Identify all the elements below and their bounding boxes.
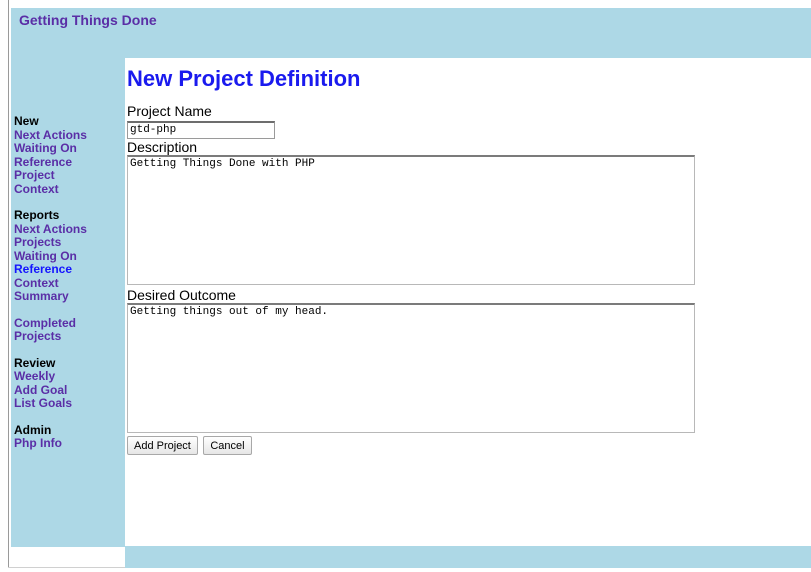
form-buttons: Add Project Cancel <box>127 436 807 455</box>
description-label: Description <box>127 138 198 155</box>
sidebar-item-reference[interactable]: Reference <box>14 155 122 170</box>
description-textarea[interactable]: Getting Things Done with PHP <box>127 154 695 285</box>
page-title: New Project Definition <box>127 66 361 91</box>
sidebar-item-add-goal[interactable]: Add Goal <box>14 383 122 398</box>
sidebar-item-context[interactable]: Context <box>14 182 122 197</box>
nav-group: New Next Actions Waiting On Reference Projec… <box>14 114 122 197</box>
nav-group: Reports Next Actions Projects Waiting On Ref… <box>14 208 122 304</box>
sidebar-item-php-info[interactable]: Php Info <box>14 436 122 451</box>
nav-heading-review: Review <box>14 355 56 370</box>
sidebar-item-waiting-on[interactable]: Waiting On <box>14 249 122 264</box>
sidebar-item-weekly[interactable]: Weekly <box>14 369 122 384</box>
project-name-label: Project Name <box>127 103 212 119</box>
desired-outcome-textarea[interactable]: Getting things out of my head. <box>127 302 695 433</box>
desired-outcome-label: Desired Outcome <box>127 286 236 303</box>
nav-group: Admin Php Info <box>14 422 122 451</box>
main-content: New Project Definition Project Name Desc… <box>127 66 807 455</box>
header: Getting Things Done <box>11 8 811 58</box>
project-name-input[interactable] <box>127 120 275 139</box>
sidebar-item-list-goals[interactable]: List Goals <box>14 396 122 411</box>
sidebar-item-summary[interactable]: Summary <box>14 289 122 304</box>
sidebar-item-project[interactable]: Project <box>14 168 122 183</box>
sidebar-item-next-actions[interactable]: Next Actions <box>14 128 122 143</box>
new-project-form: Project Name Description Getting Things … <box>127 103 807 455</box>
add-project-button[interactable]: Add Project <box>127 436 198 455</box>
nav-heading-admin: Admin <box>14 422 52 437</box>
app-title: Getting Things Done <box>19 12 157 28</box>
nav-heading-reports: Reports <box>14 208 60 222</box>
sidebar-item-projects[interactable]: Projects <box>14 329 122 344</box>
left-border <box>8 0 9 568</box>
footer-band <box>125 546 811 568</box>
sidebar-item-waiting-on[interactable]: Waiting On <box>14 141 122 156</box>
sidebar-item-context[interactable]: Context <box>14 276 122 291</box>
sidebar-item-next-actions[interactable]: Next Actions <box>14 222 122 237</box>
sidebar: New Next Actions Waiting On Reference Projec… <box>11 58 125 547</box>
sidebar-item-reference[interactable]: Reference <box>14 262 122 277</box>
sidebar-nav: New Next Actions Waiting On Reference Projec… <box>14 114 122 464</box>
nav-group: Completed Projects <box>14 316 122 344</box>
nav-group: Review Weekly Add Goal List Goals <box>14 355 122 411</box>
nav-heading-new: New <box>14 114 39 128</box>
cancel-button[interactable]: Cancel <box>203 436 252 455</box>
sidebar-item-projects[interactable]: Projects <box>14 235 122 250</box>
sidebar-item-completed[interactable]: Completed <box>14 316 122 331</box>
